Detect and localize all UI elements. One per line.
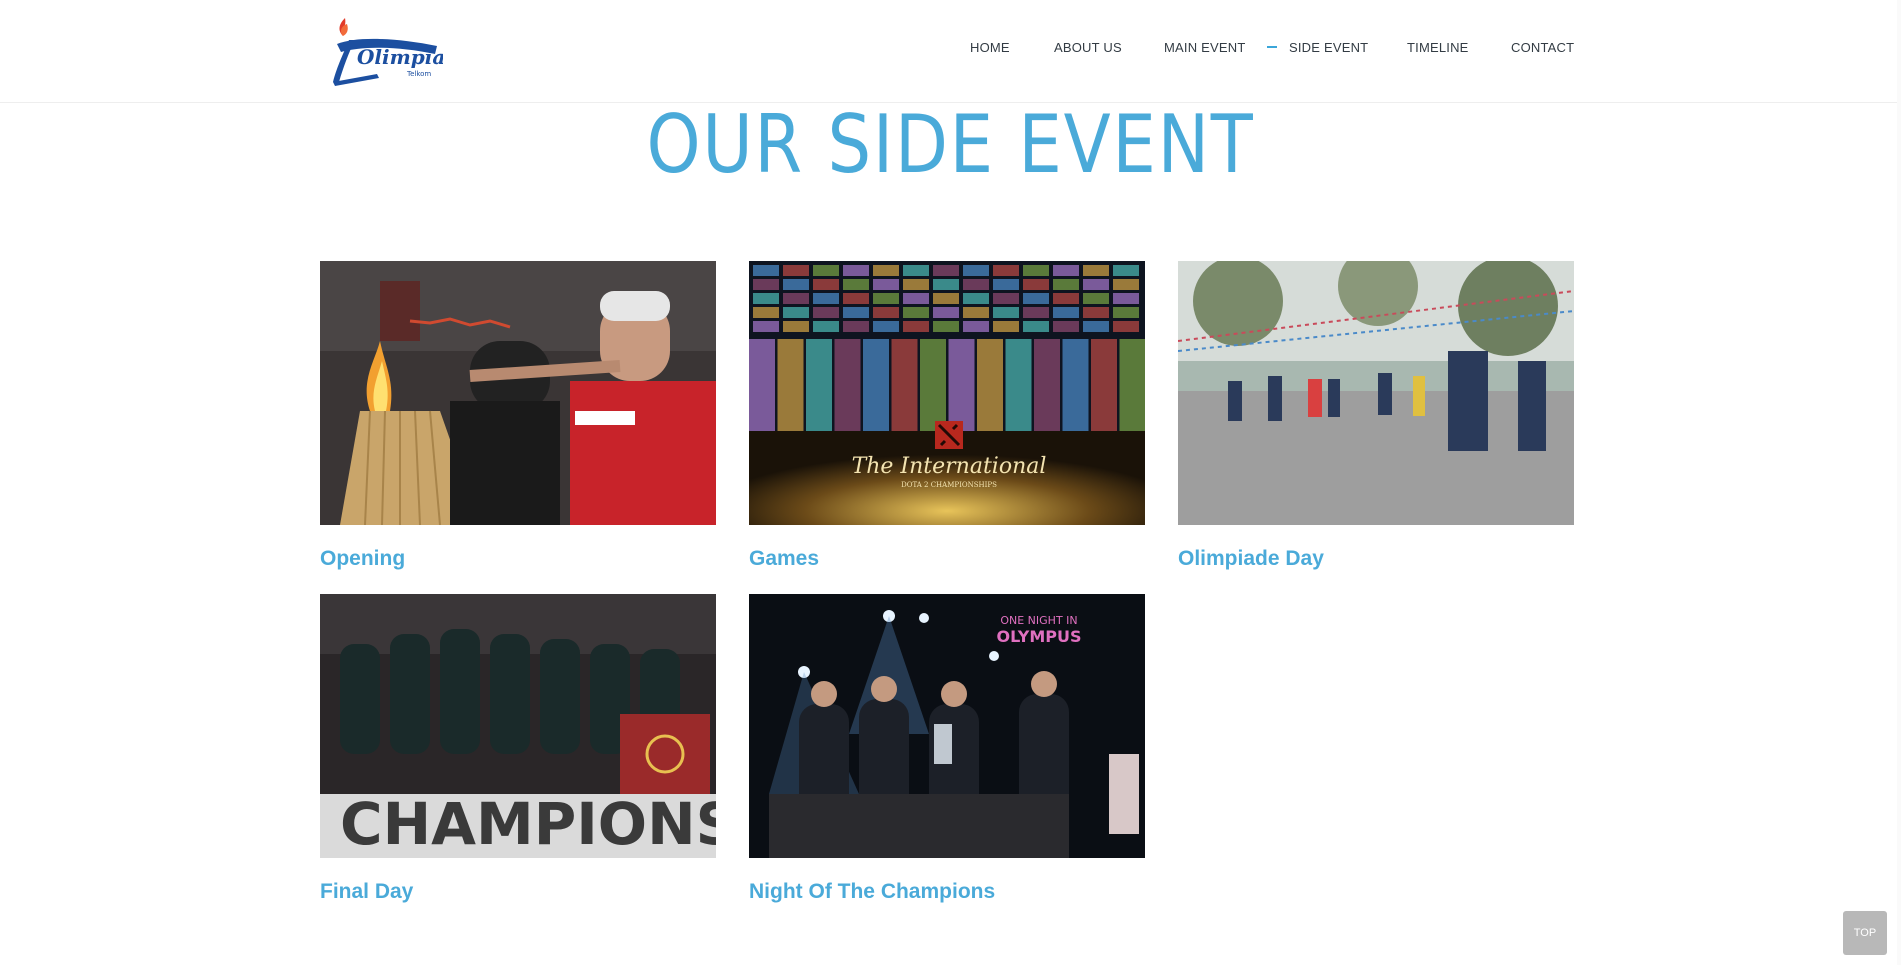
nav-side-event[interactable]: SIDE EVENT xyxy=(1289,40,1368,55)
nav-contact[interactable]: CONTACT xyxy=(1511,40,1574,55)
games-image[interactable]: The International DOTA 2 CHAMPIONSHIPS xyxy=(749,261,1145,525)
night-of-the-champions-label[interactable]: Night Of The Champions xyxy=(749,880,995,904)
final-day-label[interactable]: Final Day xyxy=(320,880,413,904)
site-header: Olimpiade Telkom HOME ABOUT US MAIN EVEN… xyxy=(0,0,1901,103)
back-to-top-button[interactable]: TOP xyxy=(1843,911,1887,955)
svg-text:Telkom: Telkom xyxy=(406,70,431,78)
opening-image[interactable] xyxy=(320,261,716,525)
opening-label[interactable]: Opening xyxy=(320,547,405,571)
nav-home[interactable]: HOME xyxy=(970,40,1010,55)
final-day-image[interactable]: CHAMPIONS xyxy=(320,594,716,858)
svg-text:ONE NIGHT IN: ONE NIGHT IN xyxy=(1000,614,1077,627)
nav-timeline[interactable]: TIMELINE xyxy=(1407,40,1469,55)
olimpiade-day-label[interactable]: Olimpiade Day xyxy=(1178,547,1324,571)
page-scrollbar[interactable] xyxy=(1897,0,1901,965)
nav-main-event[interactable]: MAIN EVENT xyxy=(1164,40,1245,55)
svg-text:CHAMPIONS: CHAMPIONS xyxy=(340,790,716,858)
active-indicator xyxy=(1267,46,1277,48)
page-title: OUR SIDE EVENT xyxy=(646,98,1255,191)
svg-text:OLYMPUS: OLYMPUS xyxy=(996,627,1081,646)
olimpiade-day-image[interactable] xyxy=(1178,261,1574,525)
main-nav: HOME ABOUT US MAIN EVENT SIDE EVENT TIME… xyxy=(0,38,1901,58)
svg-text:DOTA 2 CHAMPIONSHIPS: DOTA 2 CHAMPIONSHIPS xyxy=(901,481,997,489)
games-label[interactable]: Games xyxy=(749,547,819,571)
svg-text:The International: The International xyxy=(852,454,1047,479)
night-of-the-champions-image[interactable]: ONE NIGHT IN OLYMPUS xyxy=(749,594,1145,858)
nav-about-us[interactable]: ABOUT US xyxy=(1054,40,1122,55)
